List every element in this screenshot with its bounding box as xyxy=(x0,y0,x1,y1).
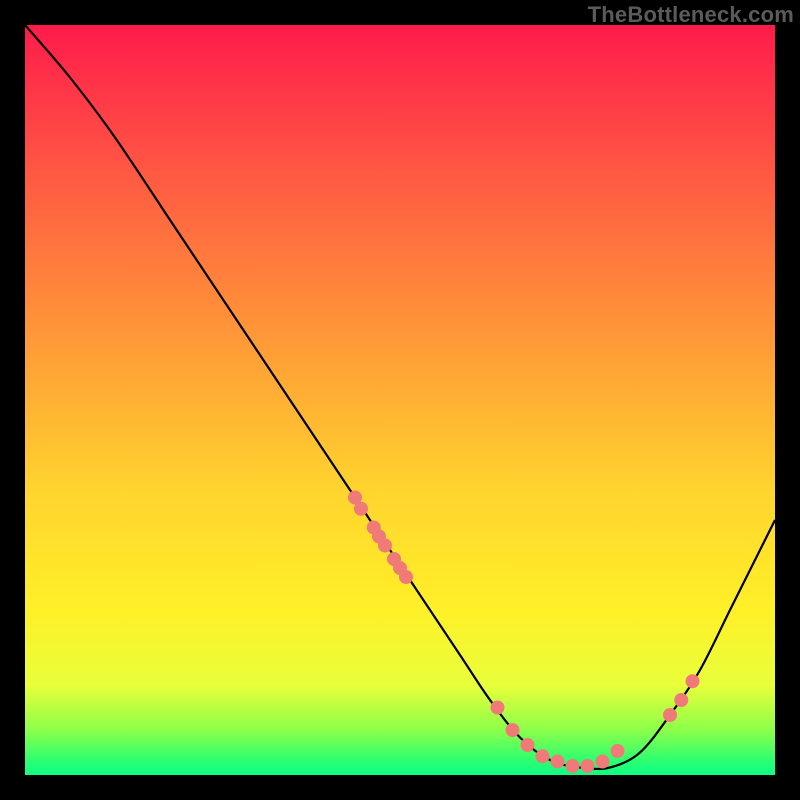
chart-gradient-background xyxy=(25,25,775,775)
chart-frame xyxy=(25,25,775,775)
